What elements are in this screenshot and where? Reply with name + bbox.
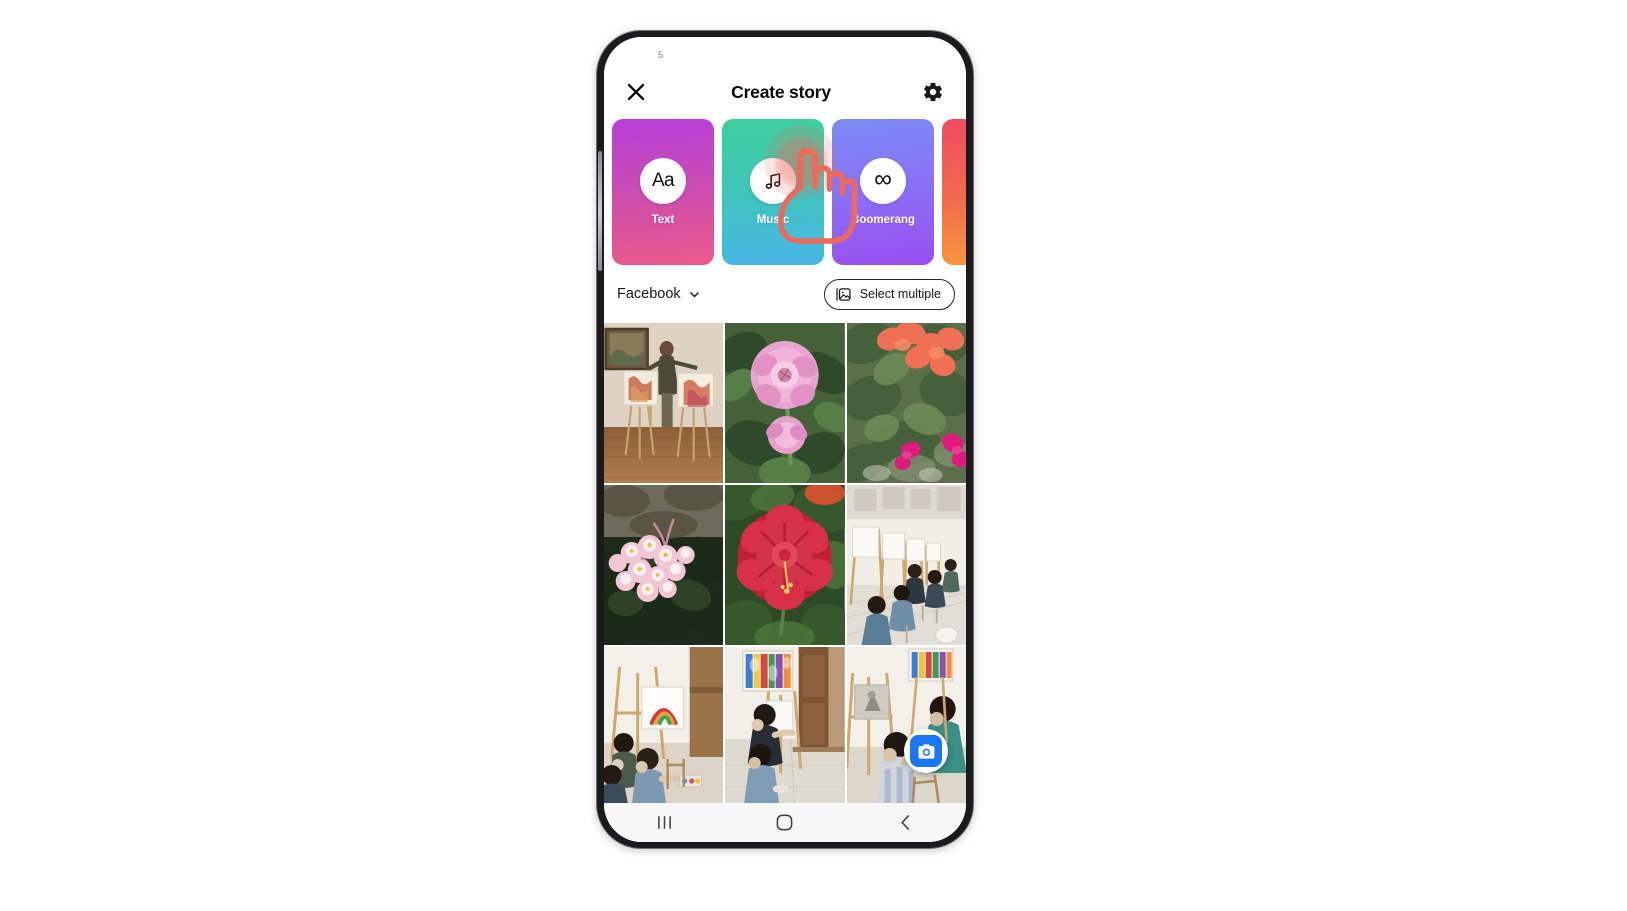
photo-child-at-easel[interactable]	[846, 647, 966, 807]
camera-button[interactable]	[904, 729, 948, 773]
home-icon	[777, 814, 793, 831]
text-aa-icon: Aa	[651, 170, 675, 191]
story-card-text[interactable]: Aa Text	[612, 119, 714, 265]
story-card-label: Text	[651, 214, 675, 226]
text-card-bubble: Aa	[640, 158, 686, 204]
camera-icon	[918, 743, 934, 759]
music-card-bubble	[750, 158, 796, 204]
back-chevron-icon	[901, 815, 910, 830]
photo-student-colorful-canvas[interactable]	[725, 647, 845, 807]
multiple-photos-icon	[836, 287, 851, 301]
music-note-icon	[765, 173, 781, 189]
settings-button[interactable]	[919, 78, 947, 106]
audience-row: Facebook Select multiple	[604, 265, 966, 323]
audience-label: Facebook	[617, 286, 681, 302]
photo-man-with-paintings[interactable]	[604, 323, 724, 483]
select-multiple-label: Select multiple	[859, 287, 941, 301]
android-nav-bar	[604, 803, 966, 842]
boomerang-card-bubble: ∞	[860, 158, 906, 204]
story-card-label: Boomerang	[851, 214, 915, 226]
story-card-boomerang[interactable]: ∞ Boomerang	[832, 119, 934, 265]
app-header: Create story	[604, 65, 966, 119]
nav-home-button[interactable]	[762, 808, 808, 838]
phone-screen: 5 Create story Aa Text Music ∞ Boomerang…	[604, 37, 966, 842]
story-card-partial[interactable]	[942, 119, 966, 265]
camera-button-inner	[910, 735, 942, 767]
status-bar: 5	[604, 37, 966, 65]
story-type-card-row[interactable]: Aa Text Music ∞ Boomerang	[604, 119, 966, 265]
recents-icon	[657, 816, 671, 829]
nav-back-button[interactable]	[883, 808, 929, 838]
story-card-label: Music	[756, 214, 790, 226]
photo-pink-rose[interactable]	[725, 323, 845, 483]
page-title: Create story	[731, 81, 831, 102]
story-card-music[interactable]: Music	[722, 119, 824, 265]
photo-pink-begonia[interactable]	[604, 485, 724, 645]
photo-red-hibiscus[interactable]	[725, 485, 845, 645]
audience-picker[interactable]: Facebook	[615, 282, 703, 306]
gear-icon	[924, 82, 942, 102]
photo-art-class-hallway[interactable]	[846, 485, 966, 645]
select-multiple-button[interactable]: Select multiple	[823, 278, 955, 310]
photo-orange-bougainvillea[interactable]	[846, 323, 966, 483]
phone-device-frame: 5 Create story Aa Text Music ∞ Boomerang…	[597, 31, 973, 848]
status-bar-clock: 5	[658, 50, 664, 60]
nav-recents-button[interactable]	[641, 808, 687, 838]
photo-students-painting-rainbow[interactable]	[604, 647, 724, 807]
infinity-icon: ∞	[874, 165, 892, 193]
chevron-down-icon	[689, 291, 699, 297]
